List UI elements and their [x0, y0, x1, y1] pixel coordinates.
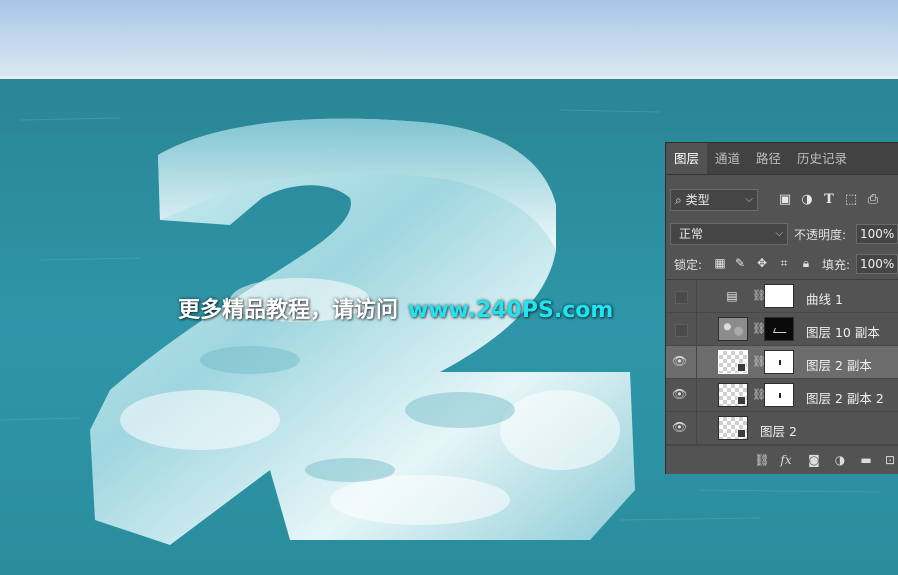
filter-row: ⌕ 类型 ⌵ ▣ ◑ T ⬚ ⎙	[666, 189, 898, 213]
fill-input[interactable]: 100%	[856, 254, 898, 274]
layer-mask-thumbnail[interactable]	[764, 350, 794, 374]
tab-history[interactable]: 历史记录	[789, 143, 855, 174]
layers-list: ▤ ⛓ 曲线 1 ⛓ 图层 10 副本 👁︎ ⛓ 图层 2 副本 👁︎ ⛓ 图层…	[666, 279, 898, 446]
divider	[696, 313, 697, 346]
eye-icon[interactable]: 👁︎	[672, 387, 687, 401]
layer-thumbnail[interactable]	[718, 350, 748, 374]
smart-object-filter-icon[interactable]: ⎙	[864, 191, 882, 209]
visibility-toggle[interactable]	[675, 324, 688, 337]
lock-row: 锁定: ▦ ✎ ✥ ⌗ 🔒︎ 填充: 100%	[666, 253, 898, 277]
divider	[696, 346, 697, 379]
visibility-toggle[interactable]	[675, 291, 688, 304]
lock-all-icon[interactable]: 🔒︎	[798, 255, 814, 271]
tab-channels[interactable]: 通道	[707, 143, 748, 174]
lock-label: 锁定:	[674, 258, 703, 272]
layer-name: 图层 10 副本	[806, 325, 880, 340]
image-filter-icon[interactable]: ▣	[776, 191, 794, 209]
layers-panel-footer: ⛓ fx ◙ ◑ ▬ ⊡	[666, 445, 898, 474]
fill-label: 填充:	[822, 258, 851, 272]
layer-thumbnail[interactable]	[718, 317, 748, 341]
blend-mode-select[interactable]: 正常 ⌵	[670, 223, 788, 245]
divider	[696, 280, 697, 313]
layer-mask-thumbnail[interactable]	[764, 284, 794, 308]
layer-name: 图层 2 副本 2	[806, 391, 884, 406]
blend-row: 正常 ⌵ 不透明度: 100%	[666, 223, 898, 247]
layer-name: 曲线 1	[806, 292, 843, 307]
new-group-folder-icon[interactable]: ▬	[858, 452, 874, 468]
layer-row-layer-2-copy[interactable]: 👁︎ ⛓ 图层 2 副本	[666, 346, 898, 379]
shape-filter-icon[interactable]: ⬚	[842, 191, 860, 209]
lock-transparent-icon[interactable]: ▦	[712, 255, 728, 271]
opacity-input[interactable]: 100%	[856, 224, 898, 244]
smart-object-badge-icon	[737, 396, 746, 405]
chevron-down-icon: ⌵	[775, 228, 783, 239]
layer-name: 图层 2 副本	[806, 358, 872, 373]
layer-row-layer-10-copy[interactable]: ⛓ 图层 10 副本	[666, 313, 898, 346]
search-icon: ⌕	[675, 193, 682, 207]
lock-paint-icon[interactable]: ✎	[732, 255, 748, 271]
divider	[696, 412, 697, 445]
curves-adjustment-icon: ▤	[726, 289, 738, 303]
layer-mask-thumbnail[interactable]	[764, 317, 794, 341]
panel-tabs: 图层 通道 路径 历史记录	[666, 143, 898, 175]
layer-mask-thumbnail[interactable]	[764, 383, 794, 407]
smart-object-badge-icon	[737, 363, 746, 372]
new-adjustment-layer-icon[interactable]: ◑	[832, 452, 848, 468]
tab-layers[interactable]: 图层	[666, 143, 708, 174]
filter-kind-label: 类型	[685, 193, 710, 207]
new-layer-icon[interactable]: ⊡	[882, 452, 898, 468]
filter-kind-select[interactable]: ⌕ 类型 ⌵	[670, 189, 758, 211]
chevron-down-icon: ⌵	[745, 194, 753, 205]
watermark-text: 更多精品教程，请访问 www.240PS.com	[178, 292, 613, 324]
layer-row-curves-1[interactable]: ▤ ⛓ 曲线 1	[666, 280, 898, 313]
blend-mode-value: 正常	[679, 227, 704, 241]
lock-position-icon[interactable]: ✥	[754, 255, 770, 271]
tab-paths[interactable]: 路径	[748, 143, 789, 174]
adjustment-filter-icon[interactable]: ◑	[798, 191, 816, 209]
layers-panel: 图层 通道 路径 历史记录 ⌕ 类型 ⌵ ▣ ◑ T ⬚ ⎙ 正常 ⌵ 不透明度…	[665, 142, 898, 474]
add-mask-icon[interactable]: ◙	[806, 452, 822, 468]
eye-icon[interactable]: 👁︎	[672, 420, 687, 434]
layer-thumbnail[interactable]	[718, 383, 748, 407]
layer-thumbnail[interactable]	[718, 416, 748, 440]
layer-row-layer-2-copy-2[interactable]: 👁︎ ⛓ 图层 2 副本 2	[666, 379, 898, 412]
smart-object-badge-icon	[737, 429, 746, 438]
opacity-label: 不透明度:	[794, 228, 847, 242]
link-layers-icon[interactable]: ⛓	[754, 452, 770, 468]
layer-name: 图层 2	[760, 424, 797, 439]
add-layer-style-button[interactable]: fx	[778, 452, 794, 468]
layer-row-layer-2[interactable]: 👁︎ 图层 2	[666, 412, 898, 445]
divider	[696, 379, 697, 412]
watermark-caption: 更多精品教程，请访问	[178, 298, 399, 323]
eye-icon[interactable]: 👁︎	[672, 354, 687, 368]
lock-artboard-icon[interactable]: ⌗	[776, 255, 792, 271]
type-filter-icon[interactable]: T	[820, 191, 838, 209]
watermark-url: www.240PS.com	[408, 298, 614, 323]
